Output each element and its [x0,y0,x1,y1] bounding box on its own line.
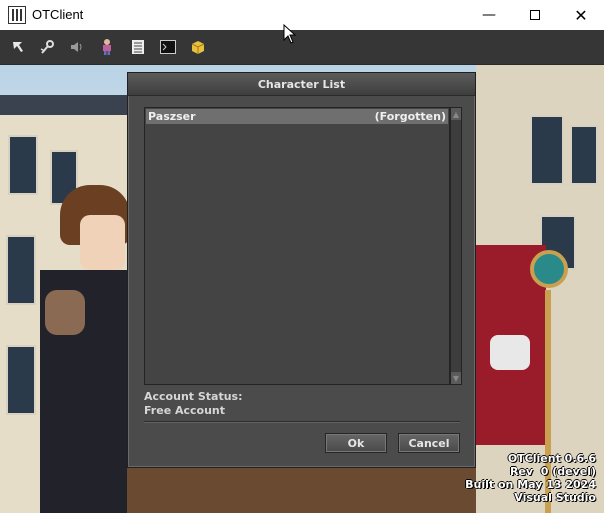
mouse-cursor-icon [283,24,297,44]
left-window [6,345,36,415]
minimize-button[interactable]: — [466,0,512,30]
revision-line: Rev 0 (devel) [509,465,596,478]
character-icon[interactable] [98,38,116,56]
scroll-down-icon[interactable]: ▼ [451,372,461,384]
character-list[interactable]: Paszser (Forgotten) [144,107,450,385]
account-status-label: Account Status: [144,390,243,403]
left-roof [0,95,130,115]
character-row[interactable]: Paszser (Forgotten) [146,109,448,124]
character-name: Paszser [148,110,196,123]
close-button[interactable]: ✕ [558,0,604,30]
build-date-line: Built on May 13 2024 [465,478,596,491]
cancel-button[interactable]: Cancel [398,433,460,453]
account-status-value: Free Account [144,404,226,417]
client-version-info: OTClient 0.6.6 Rev 0 (devel) Built on Ma… [465,452,596,504]
scroll-up-icon[interactable]: ▲ [451,108,461,120]
character-list-scrollbar[interactable]: ▲ ▼ [450,107,462,385]
right-window [530,115,564,185]
left-window [6,235,36,305]
notes-icon[interactable] [129,38,147,56]
street-ground [127,468,476,513]
top-toolbar [0,30,604,65]
character-world: (Forgotten) [374,110,446,123]
character-pauldron [45,290,85,335]
terminal-icon[interactable] [159,38,177,56]
minimize-icon: — [482,7,496,23]
options-icon[interactable] [38,38,56,56]
character-face [80,215,125,270]
staff-orb [530,250,568,288]
maximize-button[interactable] [512,0,558,30]
version-line: OTClient 0.6.6 [507,452,596,465]
window-title: OTClient [32,7,84,22]
module-box-icon[interactable] [189,38,207,56]
arrow-cursor-icon[interactable] [9,38,27,56]
maximize-icon [530,10,540,20]
character-list-window: Character List Paszser (Forgotten) ▲ ▼ A… [127,72,476,468]
separator [144,421,460,423]
otclient-app-icon [8,6,26,24]
sound-icon[interactable] [67,38,85,56]
compiler-line: Visual Studio [514,491,596,504]
close-icon: ✕ [574,5,588,25]
title-bar: OTClient — ✕ [0,0,604,30]
ok-button[interactable]: Ok [325,433,387,453]
dialog-title[interactable]: Character List [128,73,475,96]
mage-glove [490,335,530,370]
left-window [8,135,38,195]
right-window [570,125,598,185]
